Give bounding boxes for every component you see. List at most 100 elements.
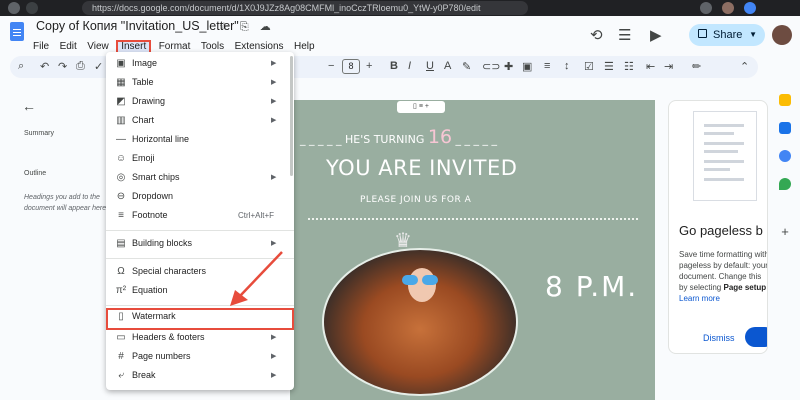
menu-separator bbox=[106, 305, 294, 306]
image-icon[interactable]: ▣ bbox=[522, 60, 532, 73]
line-spacing-icon[interactable]: ↕ bbox=[564, 60, 570, 72]
spellcheck-icon[interactable]: ✓ bbox=[94, 60, 103, 73]
comment-icon[interactable]: ✚ bbox=[504, 60, 513, 73]
submenu-arrow-icon: ▶ bbox=[271, 98, 277, 105]
side-panel-rail: + bbox=[770, 90, 800, 400]
menu-item-headers-footers[interactable]: ▭ Headers & footers ▶ bbox=[106, 329, 294, 347]
menu-file[interactable]: File bbox=[30, 40, 52, 54]
promo-title: Go pageless b bbox=[679, 223, 763, 238]
undo-icon[interactable]: ↶ bbox=[40, 60, 49, 73]
menu-item-horizontal-line[interactable]: — Horizontal line bbox=[106, 131, 294, 149]
menu-item-break[interactable]: ⤶ Break ▶ bbox=[106, 367, 294, 385]
submenu-arrow-icon: ▶ bbox=[271, 372, 277, 379]
menu-item-table[interactable]: ▦ Table ▶ bbox=[106, 74, 294, 92]
meet-icon[interactable]: ▶ bbox=[650, 26, 662, 44]
document-outline-panel: ← Summary Outline Headings you add to th… bbox=[0, 90, 110, 400]
font-size-input[interactable]: 8 bbox=[342, 59, 360, 74]
comments-icon[interactable]: ☰ bbox=[618, 26, 631, 44]
menu-item-chart[interactable]: ▥ Chart ▶ bbox=[106, 112, 294, 130]
underline-icon[interactable]: U bbox=[426, 60, 434, 72]
docs-logo-icon[interactable] bbox=[10, 22, 24, 41]
menu-item-equation[interactable]: π² Equation bbox=[106, 282, 294, 300]
menu-item-special-characters[interactable]: Ω Special characters bbox=[106, 263, 294, 281]
menu-edit[interactable]: Edit bbox=[57, 40, 80, 54]
font-size-increase-icon[interactable]: + bbox=[366, 60, 372, 72]
checklist-icon[interactable]: ☑ bbox=[584, 60, 594, 73]
menu-item-page-numbers[interactable]: # Page numbers ▶ bbox=[106, 348, 294, 366]
insert-menu: ▣ Image ▶ ▦ Table ▶ ◩ Drawing ▶ ▥ Chart … bbox=[106, 52, 294, 390]
bulleted-list-icon[interactable]: ☰ bbox=[604, 60, 614, 73]
search-icon[interactable]: ⌕ bbox=[18, 60, 24, 73]
title-actions[interactable]: ☆ ⎘ ☁ bbox=[219, 20, 275, 34]
italic-icon[interactable]: I bbox=[408, 60, 411, 72]
add-on-icon[interactable]: + bbox=[779, 225, 791, 238]
contacts-icon[interactable] bbox=[779, 150, 791, 162]
share-button[interactable]: Share ▼ bbox=[689, 24, 765, 46]
highlight-icon[interactable]: ✎ bbox=[462, 60, 471, 73]
menu-item-label: Emoji bbox=[132, 153, 155, 163]
crown-icon: ♛ bbox=[394, 230, 412, 252]
menu-help[interactable]: Help bbox=[291, 40, 318, 54]
text-color-icon[interactable]: A bbox=[444, 60, 451, 72]
image-options-handle[interactable]: ▯ ≡ + bbox=[397, 101, 445, 113]
menu-item-footnote[interactable]: ≡ Footnote Ctrl+Alt+F bbox=[106, 207, 294, 225]
try-it-button[interactable] bbox=[745, 327, 767, 347]
building-blocks-icon: ▤ bbox=[116, 238, 126, 249]
back-arrow-icon[interactable]: ← bbox=[22, 98, 36, 114]
link-icon[interactable]: ⊂⊃ bbox=[482, 60, 500, 73]
summary-label: Summary bbox=[24, 130, 54, 137]
turning-suffix: _ _ _ _ _ bbox=[455, 133, 498, 146]
indent-increase-icon[interactable]: ⇥ bbox=[664, 60, 673, 73]
reload-icon[interactable] bbox=[8, 2, 20, 14]
submenu-arrow-icon: ▶ bbox=[271, 79, 277, 86]
history-icon[interactable]: ⟲ bbox=[590, 26, 603, 44]
submenu-arrow-icon: ▶ bbox=[271, 353, 277, 360]
menu-item-label: Watermark bbox=[132, 311, 176, 321]
url-field[interactable]: https://docs.google.com/document/d/1X0J9… bbox=[82, 1, 528, 15]
chart-icon: ▥ bbox=[116, 115, 126, 126]
editing-mode-icon[interactable]: ✏ bbox=[692, 60, 701, 73]
extensions-icon[interactable] bbox=[700, 2, 712, 14]
maps-icon[interactable] bbox=[779, 178, 791, 190]
document-title[interactable]: Copy of Копия "Invitation_US_letter" bbox=[36, 19, 239, 33]
menu-item-label: Dropdown bbox=[132, 191, 174, 201]
site-info-icon[interactable] bbox=[26, 2, 38, 14]
invited-heading: YOU ARE INVITED bbox=[326, 156, 518, 180]
document-page[interactable]: _ _ _ _ _ HE'S TURNING 16 _ _ _ _ _ YOU … bbox=[290, 100, 655, 400]
menu-item-dropdown[interactable]: ⊖ Dropdown bbox=[106, 188, 294, 206]
dismiss-button[interactable]: Dismiss bbox=[703, 333, 735, 343]
align-icon[interactable]: ≡ bbox=[544, 60, 550, 72]
menu-item-label: Image bbox=[132, 58, 158, 68]
numbered-list-icon[interactable]: ☷ bbox=[624, 60, 634, 73]
watermark-icon: ▯ bbox=[118, 311, 124, 322]
profile-avatar-icon[interactable] bbox=[722, 2, 734, 14]
menu-item-watermark[interactable]: ▯ Watermark bbox=[106, 308, 294, 330]
keep-icon[interactable] bbox=[779, 94, 791, 106]
smart-chips-icon: ◎ bbox=[116, 172, 126, 183]
menu-item-shortcut: Ctrl+Alt+F bbox=[238, 211, 275, 220]
pageless-preview bbox=[693, 111, 757, 201]
drawing-icon: ◩ bbox=[116, 96, 126, 107]
menu-item-emoji[interactable]: ☺ Emoji bbox=[106, 150, 294, 168]
menu-separator bbox=[106, 258, 294, 259]
learn-more-link[interactable]: Learn more bbox=[679, 294, 720, 303]
chevron-down-icon[interactable]: ▼ bbox=[749, 24, 757, 46]
headers-footers-icon: ▭ bbox=[116, 332, 126, 343]
menu-item-drawing[interactable]: ◩ Drawing ▶ bbox=[106, 93, 294, 111]
menu-item-building-blocks[interactable]: ▤ Building blocks ▶ bbox=[106, 235, 294, 253]
avatar[interactable] bbox=[772, 25, 792, 45]
browser-app-icon[interactable] bbox=[744, 2, 756, 14]
font-size-decrease-icon[interactable]: − bbox=[328, 60, 334, 72]
bold-icon[interactable]: B bbox=[390, 60, 398, 72]
birthday-photo[interactable] bbox=[322, 248, 518, 396]
print-icon[interactable]: ⎙ bbox=[76, 60, 85, 73]
menu-item-image[interactable]: ▣ Image ▶ bbox=[106, 55, 294, 73]
collapse-toolbar-icon[interactable]: ⌃ bbox=[740, 60, 749, 73]
turning-prefix: _ _ _ _ _ HE'S TURNING bbox=[300, 133, 425, 146]
redo-icon[interactable]: ↷ bbox=[58, 60, 67, 73]
pageless-promo-card: Go pageless b Save time formatting with … bbox=[668, 100, 768, 354]
tasks-icon[interactable] bbox=[779, 122, 791, 134]
indent-decrease-icon[interactable]: ⇤ bbox=[646, 60, 655, 73]
menu-item-label: Chart bbox=[132, 115, 155, 125]
menu-item-smart-chips[interactable]: ◎ Smart chips ▶ bbox=[106, 169, 294, 187]
